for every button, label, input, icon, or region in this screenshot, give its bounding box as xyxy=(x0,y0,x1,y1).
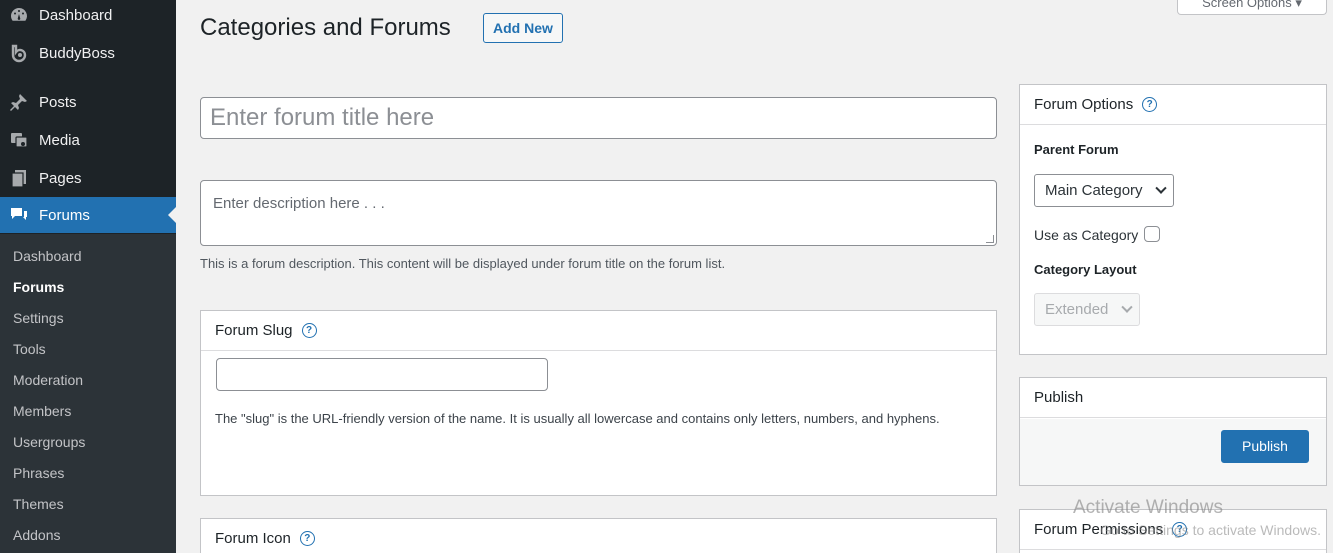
submenu-item-phrases[interactable]: Phrases xyxy=(13,458,64,489)
forum-options-box: Forum Options ? Parent Forum Main Catego… xyxy=(1019,84,1327,355)
description-placeholder: Enter description here . . . xyxy=(213,195,385,212)
forums-submenu: Dashboard Forums Settings Tools Moderati… xyxy=(0,234,176,553)
sidebar-item-label: Forums xyxy=(39,206,90,224)
sidebar-item-dashboard[interactable]: Dashboard xyxy=(0,0,176,33)
category-layout-label: Category Layout xyxy=(1034,262,1137,277)
submenu-item-settings[interactable]: Settings xyxy=(13,303,64,334)
forum-slug-input[interactable] xyxy=(216,358,548,391)
parent-forum-select[interactable]: Main Category xyxy=(1034,174,1174,207)
submenu-item-themes[interactable]: Themes xyxy=(13,489,64,520)
category-layout-select: Extended xyxy=(1034,293,1140,326)
forum-description-textarea[interactable]: Enter description here . . . xyxy=(200,180,997,246)
activate-windows-title: Activate Windows xyxy=(1073,497,1223,518)
forum-title-input[interactable]: Enter forum title here xyxy=(200,97,997,139)
buddyboss-icon xyxy=(9,43,29,63)
caret-down-icon: ▾ xyxy=(1295,0,1302,10)
chevron-down-icon xyxy=(1121,301,1133,313)
submenu-item-addons[interactable]: Addons xyxy=(13,520,60,551)
submenu-item-dashboard[interactable]: Dashboard xyxy=(13,241,82,272)
publish-title: Publish xyxy=(1034,389,1084,406)
sidebar-item-pages[interactable]: Pages xyxy=(0,160,176,196)
forums-icon xyxy=(9,205,29,225)
slug-help-text: The "slug" is the URL-friendly version o… xyxy=(215,411,940,426)
sidebar-item-forums[interactable]: Forums xyxy=(0,197,176,233)
sidebar-item-label: Dashboard xyxy=(39,6,113,24)
sidebar-item-label: Media xyxy=(39,131,80,149)
sidebar-item-label: Posts xyxy=(39,93,77,111)
page-title: Categories and Forums xyxy=(200,14,451,41)
help-icon[interactable]: ? xyxy=(299,531,315,546)
admin-sidebar: Dashboard BuddyBoss Posts Media Pages Fo… xyxy=(0,0,176,553)
help-icon[interactable]: ? xyxy=(1142,97,1158,112)
submenu-item-members[interactable]: Members xyxy=(13,396,71,427)
forum-options-header: Forum Options ? xyxy=(1020,85,1326,125)
pages-icon xyxy=(9,168,29,188)
activate-windows-subtitle: Go to Settings to activate Windows. xyxy=(1100,522,1321,538)
use-as-category-checkbox[interactable] xyxy=(1144,226,1160,242)
submenu-item-usergroups[interactable]: Usergroups xyxy=(13,427,85,458)
sidebar-item-posts[interactable]: Posts xyxy=(0,84,176,120)
forum-options-title: Forum Options xyxy=(1034,96,1134,113)
forum-icon-box: Forum Icon ? xyxy=(200,518,997,553)
dashboard-icon xyxy=(9,5,29,25)
sidebar-item-buddyboss[interactable]: BuddyBoss xyxy=(0,35,176,71)
screen-options-label: Screen Options xyxy=(1202,0,1292,10)
help-icon[interactable]: ? xyxy=(301,323,317,338)
resize-handle-icon[interactable] xyxy=(986,235,994,243)
parent-forum-label: Parent Forum xyxy=(1034,142,1119,157)
publish-header: Publish xyxy=(1020,378,1326,418)
publish-button[interactable]: Publish xyxy=(1221,430,1309,463)
forum-slug-header: Forum Slug ? xyxy=(201,311,996,351)
category-layout-value: Extended xyxy=(1045,301,1109,318)
active-indicator xyxy=(168,207,176,223)
pushpin-icon xyxy=(9,92,29,112)
forum-slug-title: Forum Slug xyxy=(215,322,293,339)
submenu-item-forums[interactable]: Forums xyxy=(13,272,64,303)
submenu-item-tools[interactable]: Tools xyxy=(13,334,46,365)
sidebar-item-media[interactable]: Media xyxy=(0,122,176,158)
sidebar-item-label: BuddyBoss xyxy=(39,44,115,62)
submenu-item-moderation[interactable]: Moderation xyxy=(13,365,83,396)
publish-box: Publish Publish xyxy=(1019,377,1327,486)
description-help-text: This is a forum description. This conten… xyxy=(200,256,726,271)
sidebar-item-label: Pages xyxy=(39,169,82,187)
use-as-category-label: Use as Category xyxy=(1034,227,1139,243)
add-new-button[interactable]: Add New xyxy=(483,13,563,43)
chevron-down-icon xyxy=(1155,182,1167,194)
forum-icon-header: Forum Icon ? xyxy=(201,519,996,553)
forum-icon-title: Forum Icon xyxy=(215,530,291,547)
forum-slug-box: Forum Slug ? The "slug" is the URL-frien… xyxy=(200,310,997,496)
parent-forum-value: Main Category xyxy=(1045,182,1143,199)
screen-options-button[interactable]: Screen Options ▾ xyxy=(1177,0,1327,15)
media-icon xyxy=(9,130,29,150)
